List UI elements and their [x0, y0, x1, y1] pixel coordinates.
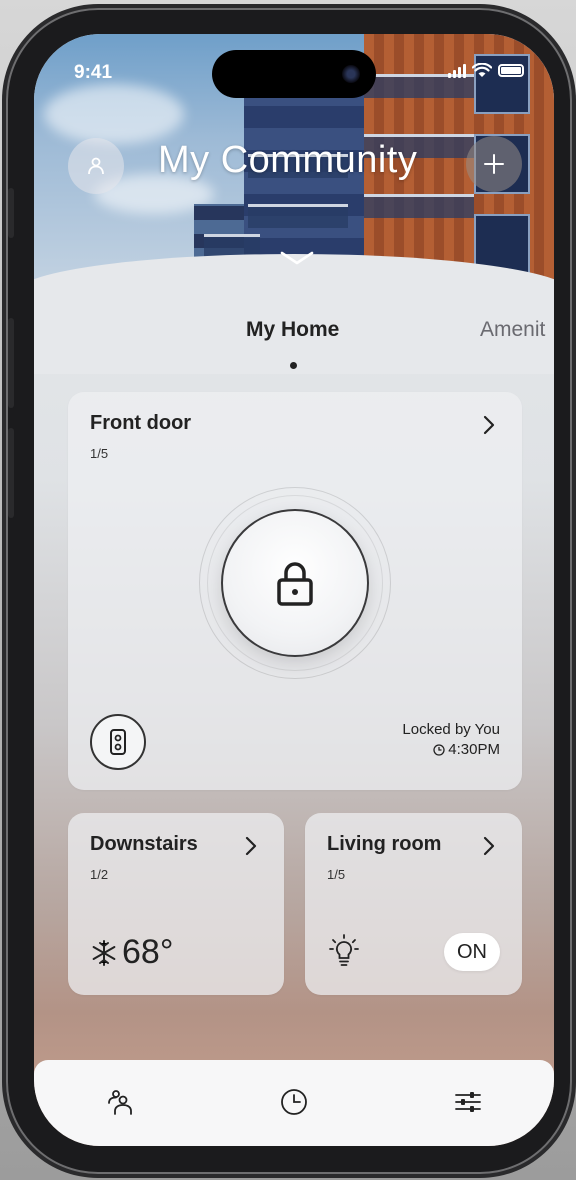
- wifi-icon: [472, 63, 492, 77]
- tab-amenities[interactable]: Amenit: [480, 318, 545, 342]
- light-toggle-button[interactable]: ON: [444, 933, 500, 971]
- chevron-down-icon[interactable]: [280, 250, 314, 266]
- signal-icon: [448, 63, 466, 78]
- lock-time-value: 4:30PM: [448, 741, 500, 758]
- front-door-title: Front door: [90, 412, 192, 434]
- doorbell-camera-button[interactable]: [90, 714, 146, 770]
- chevron-right-icon[interactable]: [240, 835, 262, 857]
- downstairs-title: Downstairs: [90, 833, 198, 855]
- people-icon: [108, 1090, 132, 1115]
- battery-icon: [498, 64, 524, 77]
- profile-button[interactable]: [68, 138, 124, 194]
- volume-up-button: [8, 318, 14, 408]
- sliders-icon: [455, 1092, 481, 1112]
- person-icon: [88, 157, 104, 175]
- front-door-count: 1/5: [90, 446, 109, 461]
- front-door-card[interactable]: Front door 1/5 Locked by You 4:30PM: [68, 392, 522, 790]
- living-room-title: Living room: [327, 833, 442, 855]
- lock-status: Locked by You 4:30PM: [402, 720, 500, 762]
- app-screen: 9:41 My Community My Home Amenit Front d…: [34, 34, 554, 1146]
- dynamic-island: [212, 50, 376, 98]
- chevron-right-icon[interactable]: [478, 414, 500, 436]
- action-button: [8, 188, 14, 238]
- nav-history[interactable]: [274, 1082, 314, 1122]
- nav-settings[interactable]: [448, 1082, 488, 1122]
- active-tab-indicator: [290, 362, 297, 369]
- plus-icon: [484, 154, 504, 174]
- lightbulb-icon: [329, 934, 359, 966]
- lock-time: 4:30PM: [433, 740, 500, 760]
- downstairs-count: 1/2: [90, 867, 109, 882]
- chevron-right-icon[interactable]: [478, 835, 500, 857]
- tab-my-home[interactable]: My Home: [246, 318, 339, 342]
- doorbell-camera-icon: [110, 729, 126, 755]
- snowflake-icon: [92, 939, 116, 966]
- living-room-count: 1/5: [327, 867, 346, 882]
- padlock-icon: [277, 562, 313, 606]
- status-icons: [448, 63, 524, 78]
- bottom-navigation: [34, 1060, 554, 1146]
- hero-divider: [34, 254, 554, 374]
- lock-toggle-button[interactable]: [221, 509, 369, 657]
- clock-icon: [433, 744, 445, 756]
- lock-status-text: Locked by You: [402, 721, 500, 738]
- volume-down-button: [8, 428, 14, 518]
- nav-community[interactable]: [100, 1082, 140, 1122]
- living-room-card[interactable]: Living room 1/5 ON: [305, 813, 522, 995]
- page-title: My Community: [158, 139, 418, 181]
- downstairs-card[interactable]: Downstairs 1/2 68°: [68, 813, 284, 995]
- status-time: 9:41: [74, 62, 113, 83]
- temperature-display: 68°: [90, 933, 173, 972]
- temperature-value: 68°: [122, 933, 174, 971]
- add-button[interactable]: [466, 136, 522, 192]
- clock-icon: [281, 1089, 307, 1115]
